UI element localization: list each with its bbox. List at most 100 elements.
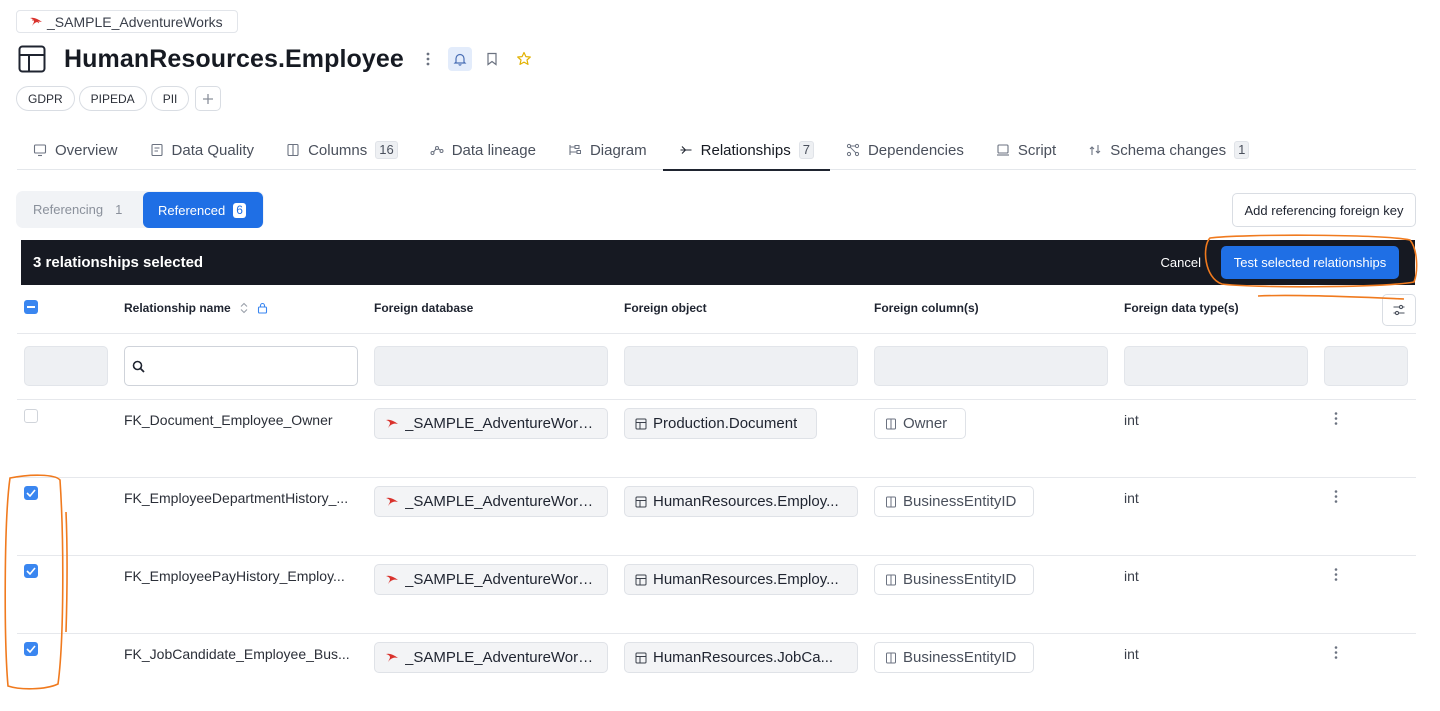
chip-label: _SAMPLE_AdventureWork... [405,571,597,588]
chip-label: HumanResources.Employ... [653,493,839,510]
foreign-object-filter[interactable] [624,346,858,386]
foreign-database-chip[interactable]: _SAMPLE_AdventureWork... [374,564,608,595]
referenced-toggle[interactable]: Referenced 6 [143,192,263,228]
selection-bar: 3 relationships selected Cancel Test sel… [21,240,1415,285]
relationship-name[interactable]: FK_Document_Employee_Owner [124,412,360,428]
table-icon [635,652,647,663]
foreign-database-filter[interactable] [374,346,608,386]
tab-data-lineage[interactable]: Data lineage [414,130,552,170]
row-checkbox[interactable] [24,486,38,500]
referencing-toggle[interactable]: Referencing 1 [16,191,140,228]
chip-label: Owner [903,415,948,432]
foreign-columns-filter[interactable] [874,346,1108,386]
row-checkbox[interactable] [24,409,38,423]
relationship-name[interactable]: FK_JobCandidate_Employee_Bus... [124,646,360,662]
header-foreign-database[interactable]: Foreign database [374,296,473,320]
table-icon [635,574,647,585]
foreign-database-chip[interactable]: _SAMPLE_AdventureWork... [374,642,608,673]
foreign-database-chip[interactable]: _SAMPLE_AdventureWork... [374,408,608,439]
check-icon [26,645,36,653]
row-menu-icon[interactable] [1330,490,1342,506]
foreign-database-chip[interactable]: _SAMPLE_AdventureWork... [374,486,608,517]
tab-label: Data Quality [171,141,255,159]
foreign-data-types-filter[interactable] [1124,346,1308,386]
tab-label: Dependencies [867,141,964,159]
foreign-object-chip[interactable]: Production.Document [624,408,817,439]
column-icon [886,418,896,429]
header-foreign-columns[interactable]: Foreign column(s) [874,296,979,320]
chip-label: BusinessEntityID [903,571,1017,588]
columns-icon [287,143,299,157]
tab-diagram[interactable]: Diagram [552,130,663,170]
schema-changes-icon [1089,145,1101,155]
more-options-icon[interactable] [416,47,440,71]
foreign-column-chip[interactable]: BusinessEntityID [874,642,1034,673]
foreign-column-chip[interactable]: Owner [874,408,966,439]
monitor-icon [33,144,47,157]
foreign-object-chip[interactable]: HumanResources.JobCa... [624,642,858,673]
header-label: Relationship name [124,301,231,315]
foreign-column-chip[interactable]: BusinessEntityID [874,486,1034,517]
tab-label: Overview [55,141,118,159]
table-icon [635,496,647,507]
foreign-column-chip[interactable]: BusinessEntityID [874,564,1034,595]
tab-label: Schema changes [1110,141,1227,159]
tab-data-quality[interactable]: Data Quality [134,130,271,170]
tag-pipeda[interactable]: PIPEDA [78,86,147,111]
quality-report-icon [150,143,163,157]
tag-list: GDPR PIPEDA PII [16,86,222,111]
column-settings-button[interactable] [1382,294,1416,326]
relationship-name[interactable]: FK_EmployeeDepartmentHistory_... [124,490,360,506]
relationship-name-filter[interactable] [124,346,358,386]
tab-overview[interactable]: Overview [17,130,134,170]
foreign-object-chip[interactable]: HumanResources.Employ... [624,486,858,517]
sql-server-icon [386,419,398,428]
star-icon[interactable] [512,47,536,71]
chip-label: Production.Document [653,415,798,432]
tab-script[interactable]: Script [980,130,1072,170]
bell-icon[interactable] [447,47,472,71]
script-icon [996,144,1009,156]
header-foreign-data-types[interactable]: Foreign data type(s) [1124,296,1239,320]
check-icon [26,567,36,575]
row-checkbox[interactable] [24,642,38,656]
row-menu-icon[interactable] [1330,412,1342,428]
row-checkbox[interactable] [24,564,38,578]
cancel-button[interactable]: Cancel [1161,255,1201,270]
foreign-data-type: int [1124,646,1139,662]
plus-icon [203,93,214,104]
row-menu-icon[interactable] [1330,646,1342,662]
lineage-icon [430,146,444,155]
row-menu-icon[interactable] [1330,568,1342,584]
sort-icon[interactable] [239,302,249,314]
relationship-name[interactable]: FK_EmployeePayHistory_Employ... [124,568,360,584]
add-tag-button[interactable] [195,86,222,111]
tag-gdpr[interactable]: GDPR [16,86,75,111]
sql-server-icon [386,497,398,506]
foreign-object-chip[interactable]: HumanResources.Employ... [624,564,858,595]
annotation-stroke [65,511,68,633]
search-input[interactable] [151,358,341,374]
chip-label: BusinessEntityID [903,493,1017,510]
tag-pii[interactable]: PII [150,86,190,111]
tab-relationships[interactable]: Relationships 7 [662,130,831,171]
breadcrumb-database[interactable]: _SAMPLE_AdventureWorks [16,10,238,33]
test-selected-button[interactable]: Test selected relationships [1221,246,1399,279]
lock-icon [257,302,267,314]
tab-label: Diagram [589,141,647,159]
tab-dependencies[interactable]: Dependencies [830,130,980,170]
chip-label: _SAMPLE_AdventureWork... [405,415,597,432]
select-all-checkbox[interactable] [24,300,38,314]
page-title: HumanResources.Employee [64,44,404,73]
annotation-highlight-checkboxes [4,474,64,690]
header-foreign-object[interactable]: Foreign object [624,296,707,320]
bookmark-icon[interactable] [480,47,504,71]
actions-filter-cell [1324,346,1408,386]
foreign-data-type: int [1124,568,1139,584]
title-row: HumanResources.Employee [18,42,536,76]
add-referencing-fk-button[interactable]: Add referencing foreign key [1232,193,1416,227]
header-relationship-name[interactable]: Relationship name [124,296,268,320]
tab-schema-changes[interactable]: Schema changes 1 [1072,130,1265,170]
tab-columns[interactable]: Columns 16 [270,130,414,170]
sliders-icon [1393,304,1405,316]
